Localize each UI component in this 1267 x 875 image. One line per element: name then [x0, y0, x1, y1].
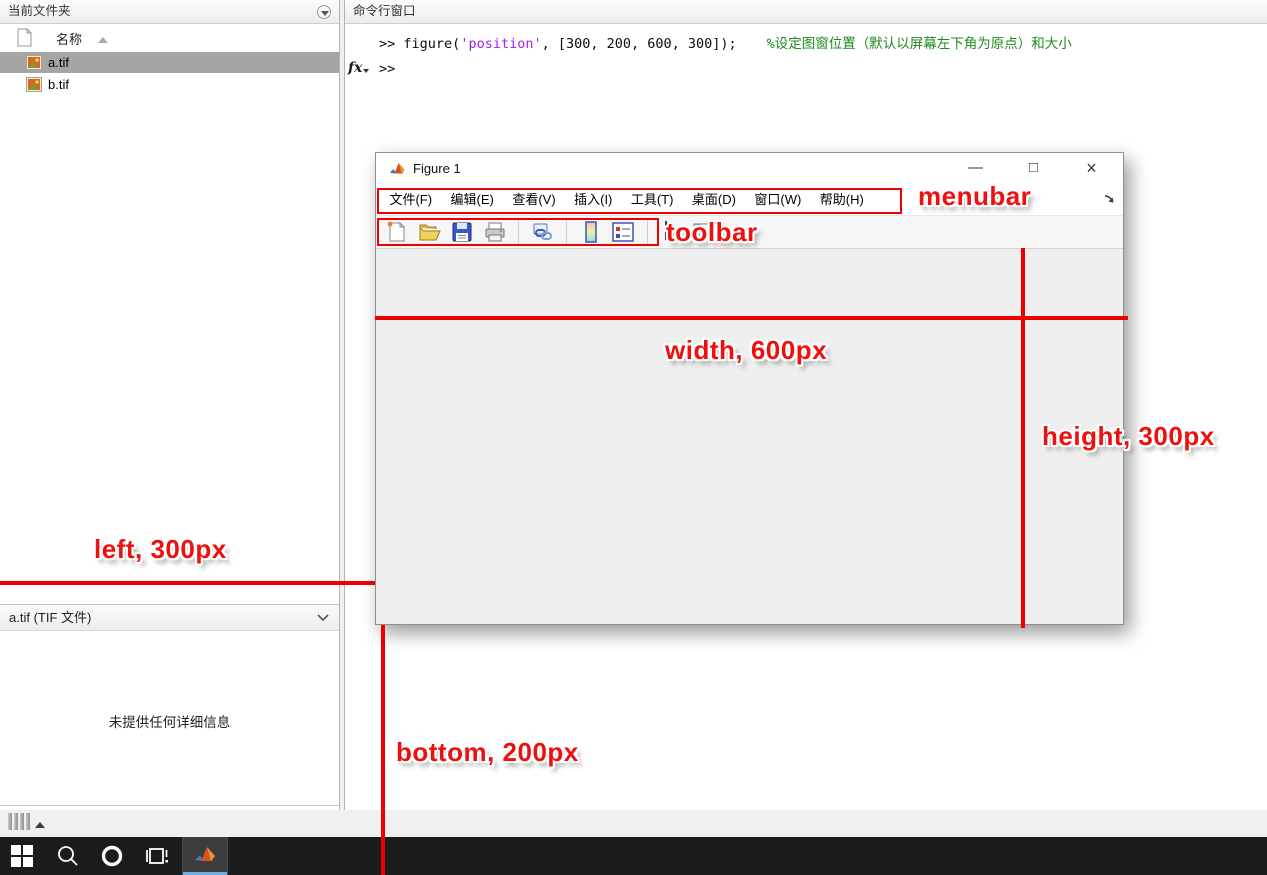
sort-ascending-icon — [98, 32, 108, 43]
height-annotation-line — [1021, 248, 1025, 628]
current-folder-panel: 当前文件夹 名称 a.tif b.tif a.tif (TIF 文件) 未提供任… — [0, 0, 340, 810]
close-button[interactable]: × — [1069, 153, 1114, 185]
file-details-body: 未提供任何详细信息 — [0, 631, 339, 806]
taskbar-matlab-button[interactable] — [182, 837, 228, 875]
width-label: width, 600px — [665, 335, 828, 365]
no-details-text: 未提供任何详细信息 — [108, 715, 231, 730]
menubar-label: menubar — [918, 181, 1032, 211]
figure-title: Figure 1 — [413, 161, 461, 176]
left-label: left, 300px — [94, 534, 227, 564]
file-name: b.tif — [48, 77, 69, 92]
cortana-icon[interactable] — [100, 844, 124, 868]
command-window-header: 命令行窗口 — [345, 0, 1267, 24]
file-row-a-tif[interactable]: a.tif — [0, 52, 339, 73]
file-row-b-tif[interactable]: b.tif — [0, 74, 339, 95]
figure-canvas[interactable] — [376, 249, 1123, 624]
expand-icon — [35, 817, 45, 828]
current-folder-header: 当前文件夹 — [0, 0, 339, 24]
start-button[interactable] — [11, 844, 35, 868]
command-window-title: 命令行窗口 — [353, 4, 416, 18]
current-folder-title: 当前文件夹 — [8, 4, 71, 18]
screen: 当前文件夹 名称 a.tif b.tif a.tif (TIF 文件) 未提供任… — [0, 0, 1267, 875]
command-prompt-input[interactable]: >> — [379, 61, 395, 77]
file-name: a.tif — [48, 55, 69, 70]
left-annotation-line — [0, 581, 375, 585]
chevron-down-icon — [317, 614, 329, 622]
bottom-annotation-line — [381, 625, 385, 875]
code-comment: %设定图窗位置（默认以屏幕左下角为原点）和大小 — [766, 36, 1072, 52]
menubar-highlight-box — [377, 188, 902, 214]
bottom-label: bottom, 200px — [396, 737, 579, 767]
fx-icon[interactable]: fx — [348, 60, 370, 76]
name-column-header[interactable]: 名称 — [0, 25, 339, 51]
panel-menu-icon[interactable] — [317, 5, 331, 19]
dock-figure-icon[interactable] — [1104, 193, 1115, 204]
blank-file-icon — [17, 28, 32, 47]
image-file-icon — [26, 77, 42, 92]
height-label: height, 300px — [1042, 421, 1215, 451]
splitter-grip[interactable] — [8, 813, 45, 835]
file-details-title: a.tif (TIF 文件) — [9, 610, 92, 625]
search-icon[interactable] — [56, 844, 80, 868]
matlab-logo-icon — [389, 163, 405, 174]
name-column-label: 名称 — [56, 32, 83, 47]
command-line: >> figure('position', [300, 200, 600, 30… — [379, 36, 1072, 52]
prompt: >> — [379, 36, 396, 52]
matlab-logo-icon — [195, 847, 215, 861]
string-literal: 'position' — [460, 36, 542, 52]
toolbar-highlight-box — [377, 218, 659, 246]
image-file-icon — [26, 55, 42, 70]
toolbar-label: toolbar — [666, 217, 758, 247]
file-details-header[interactable]: a.tif (TIF 文件) — [0, 604, 339, 631]
windows-logo-icon — [11, 845, 35, 867]
width-annotation-line — [375, 316, 1128, 320]
task-view-icon[interactable] — [145, 844, 169, 868]
taskbar — [0, 837, 1267, 875]
